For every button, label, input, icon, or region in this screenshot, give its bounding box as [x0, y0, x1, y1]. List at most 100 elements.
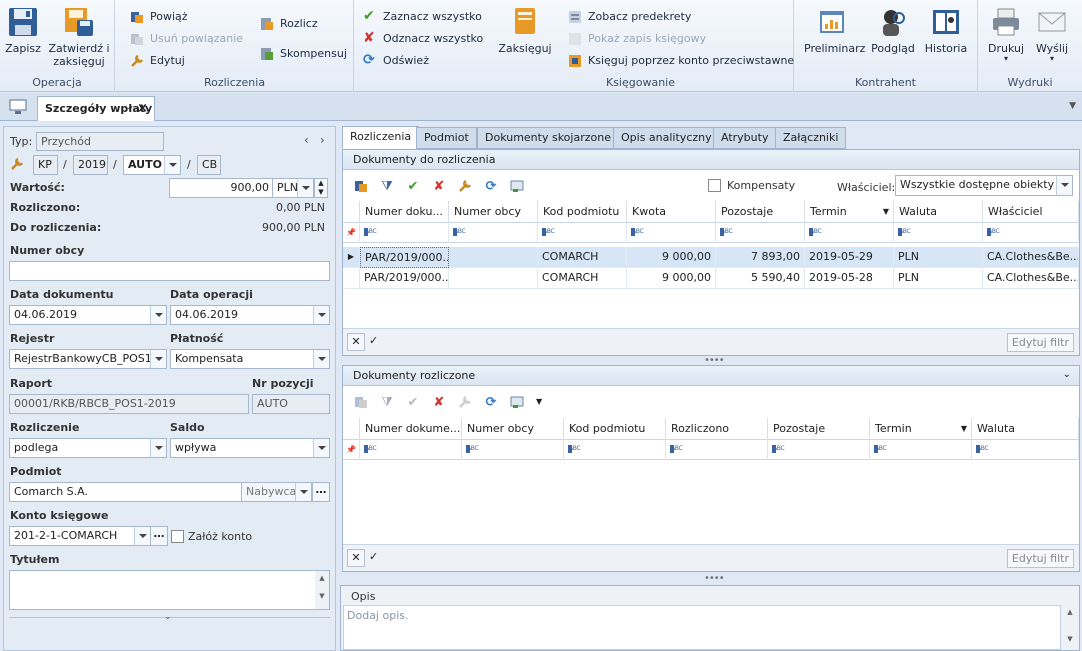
export-icon[interactable] [509, 179, 525, 195]
filter-cell[interactable]: ABC [449, 223, 538, 243]
apply-filter-icon[interactable]: ✓ [369, 550, 378, 563]
filter-cell[interactable]: ABC [716, 223, 805, 243]
filter-cell[interactable]: ABC [972, 440, 1079, 460]
column-header[interactable]: Rozliczono [666, 418, 768, 440]
tab-menu-chevron-icon[interactable]: ▼ [1069, 101, 1076, 111]
cell[interactable]: 5 590,40 [716, 268, 805, 289]
cell[interactable]: CA.Clothes&Be... [983, 268, 1079, 289]
confirm-post-button[interactable]: Zatwierdź i zaksięguj [48, 6, 110, 68]
cell[interactable]: 9 000,00 [627, 247, 716, 268]
amount-field[interactable]: 900,00 [169, 178, 273, 198]
column-header[interactable]: Kwota [627, 201, 716, 223]
column-header[interactable]: Kod podmiotu [538, 201, 627, 223]
select-all-button[interactable]: ✔ Zaznacz wszystko [363, 8, 482, 26]
chevron-down-icon[interactable] [164, 156, 180, 174]
chevron-down-icon[interactable] [313, 350, 329, 368]
opis-textarea[interactable]: Dodaj opis. [343, 605, 1061, 650]
wrench-icon[interactable] [457, 179, 473, 195]
opis-scrollbar[interactable]: ▲ ▼ [1062, 605, 1078, 650]
data-dokumentu-field[interactable]: 04.06.2019 [9, 305, 167, 325]
wrench-icon[interactable] [457, 395, 473, 411]
monitor-icon[interactable] [8, 99, 28, 115]
filter-cell[interactable]: ABC [627, 223, 716, 243]
zaloz-konto-checkbox[interactable] [171, 530, 184, 543]
chevron-down-icon[interactable] [150, 306, 166, 324]
unlink-button[interactable]: Usuń powiązanie [130, 30, 243, 48]
edit-filter-button[interactable]: Edytuj filtr [1006, 333, 1074, 352]
podmiot-role-select[interactable]: Nabywca [241, 482, 312, 502]
data-operacji-field[interactable]: 04.06.2019 [170, 305, 330, 325]
wrench-icon[interactable] [10, 157, 24, 171]
expand-chevron-icon[interactable]: ⌄ [164, 612, 172, 622]
tab-dokumenty-skojarzone[interactable]: Dokumenty skojarzone [477, 127, 619, 149]
filter-cell[interactable]: ABC [564, 440, 666, 460]
show-entry-button[interactable]: Pokaż zapis księgowy [568, 30, 706, 48]
table-row[interactable]: PAR/2019/000... COMARCH 9 000,00 5 590,4… [343, 268, 1079, 289]
filter-icon[interactable]: ⧩ [379, 179, 395, 195]
rozliczenie-select[interactable]: podlega [9, 438, 167, 458]
podmiot-more-button[interactable]: … [312, 482, 330, 502]
chevron-down-icon[interactable] [313, 439, 329, 457]
column-header[interactable]: Pozostaje [716, 201, 805, 223]
compensate-button[interactable]: Skompensuj [260, 45, 347, 63]
chevron-down-icon[interactable]: ▼ [536, 397, 542, 406]
apply-filter-icon[interactable]: ✓ [369, 334, 378, 347]
checkmark-icon[interactable]: ✔ [405, 395, 421, 411]
post-via-account-button[interactable]: Księguj poprzez konto przeciwstawne [568, 52, 794, 70]
tytulem-textarea[interactable] [9, 570, 330, 610]
cell[interactable]: PAR/2019/000... [360, 268, 449, 289]
column-header-termin[interactable]: Termin ▼ [805, 201, 894, 223]
cell[interactable]: COMARCH [538, 268, 627, 289]
wlasciciel-select[interactable]: Wszystkie dostępne obiekty [895, 175, 1073, 196]
cell[interactable]: 2019-05-29 [805, 247, 894, 268]
filter-cell[interactable]: ABC [870, 440, 972, 460]
filter-cell[interactable]: ABC [538, 223, 627, 243]
chevron-down-icon[interactable] [1056, 176, 1072, 195]
rejestr-select[interactable]: RejestrBankowyCB_POS1 [9, 349, 167, 369]
chevron-down-icon[interactable] [134, 527, 150, 545]
collapse-chevron-icon[interactable]: ⌄ [1063, 369, 1071, 380]
column-header[interactable]: Numer obcy [462, 418, 564, 440]
cell[interactable]: PLN [894, 247, 983, 268]
filter-icon[interactable]: ⧩ [379, 395, 395, 411]
historia-button[interactable]: Historia [922, 6, 970, 55]
podmiot-field[interactable]: Comarch S.A. [9, 482, 242, 502]
splitter-handle[interactable]: •••• [704, 573, 725, 584]
column-header[interactable]: Właściciel [983, 201, 1079, 223]
save-button[interactable]: Zapisz [4, 6, 42, 55]
raport-field[interactable]: 00001/RKB/RBCB_POS1-2019 [9, 394, 249, 414]
column-header[interactable]: Numer doku... [360, 201, 449, 223]
filter-cell[interactable]: ABC [360, 440, 462, 460]
numer-obcy-field[interactable] [9, 261, 330, 281]
cell[interactable]: PLN [894, 268, 983, 289]
post-button[interactable]: Zaksięguj [496, 6, 554, 55]
chevron-left-icon[interactable]: ‹ [304, 133, 309, 147]
table-row[interactable]: ▶ PAR/2019/000... COMARCH 9 000,00 7 893… [343, 247, 1079, 268]
column-header[interactable]: Numer dokume... [360, 418, 462, 440]
cell[interactable]: COMARCH [538, 247, 627, 268]
filter-cell[interactable]: ABC [360, 223, 449, 243]
filter-cell[interactable]: ABC [983, 223, 1079, 243]
cell[interactable] [449, 268, 538, 289]
chevron-down-icon[interactable] [150, 439, 166, 457]
cell[interactable]: 7 893,00 [716, 247, 805, 268]
saldo-select[interactable]: wpływa [170, 438, 330, 458]
edit-filter-button[interactable]: Edytuj filtr [1006, 549, 1074, 568]
column-header-termin[interactable]: Termin ▼ [870, 418, 972, 440]
filter-cell[interactable]: ABC [894, 223, 983, 243]
preliminarz-button[interactable]: Preliminarz [804, 6, 865, 55]
konto-more-button[interactable]: … [150, 526, 168, 546]
tab-rozliczenia[interactable]: Rozliczenia [342, 126, 420, 149]
doc-type-field[interactable]: KP [33, 155, 58, 175]
clear-filter-icon[interactable]: ✕ [347, 333, 365, 351]
chevron-down-icon[interactable] [150, 350, 166, 368]
filter-cell[interactable]: ABC [462, 440, 564, 460]
column-header[interactable]: Pozostaje [768, 418, 870, 440]
checkmark-icon[interactable]: ✔ [405, 179, 421, 195]
tab-szczegoly-wplaty[interactable]: Szczegóły wpłaty × [37, 96, 155, 121]
chevron-right-icon[interactable]: › [320, 133, 325, 147]
edit-button[interactable]: Edytuj [130, 52, 185, 70]
refresh-icon[interactable]: ⟳ [483, 179, 499, 195]
tab-podmiot[interactable]: Podmiot [416, 127, 477, 149]
column-header[interactable]: Numer obcy [449, 201, 538, 223]
